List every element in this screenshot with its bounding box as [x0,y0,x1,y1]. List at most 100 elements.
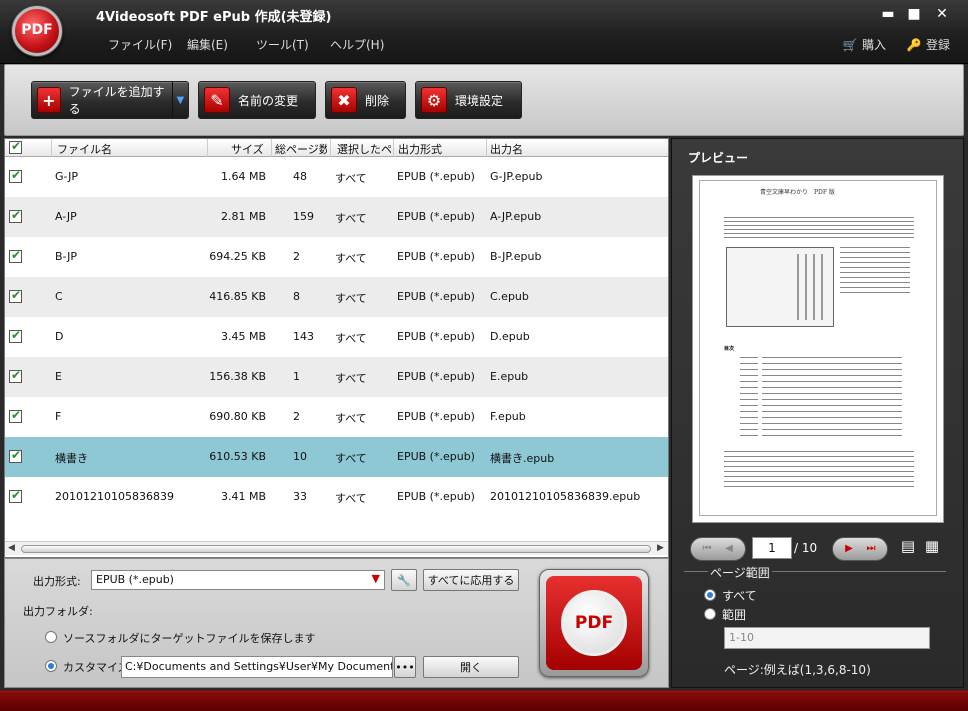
preferences-button[interactable]: ⚙ 環境設定 [415,81,522,119]
cell-format[interactable]: EPUB (*.epub) [397,330,475,343]
col-format[interactable]: 出力形式 [398,141,478,157]
cell-output-name[interactable]: 横書き.epub [490,450,554,466]
horizontal-scrollbar[interactable]: ◀ ▶ [5,541,668,555]
add-file-button[interactable]: + ファイルを追加する ▼ [31,81,189,119]
row-checkbox[interactable] [9,368,22,383]
minimize-button[interactable]: ▬ [878,6,898,22]
cell-output-name[interactable]: D.epub [490,330,530,343]
row-checkbox[interactable] [9,488,22,503]
row-checkbox[interactable] [9,168,22,183]
col-filename[interactable]: ファイル名 [57,141,207,157]
row-checkbox[interactable] [9,408,22,423]
cell-output-name[interactable]: F.epub [490,410,526,423]
cell-output-name[interactable]: 20101210105836839.epub [490,490,640,503]
cell-format[interactable]: EPUB (*.epub) [397,210,475,223]
cell-selected-pages[interactable]: すべて [335,250,367,266]
table-row[interactable]: F 690.80 KB 2 すべて EPUB (*.epub) F.epub [5,397,668,437]
cell-selected-pages[interactable]: すべて [335,370,367,386]
col-pages[interactable]: 総ページ数 [275,141,327,157]
cell-selected-pages[interactable]: すべて [335,490,367,506]
row-checkbox[interactable] [9,208,22,223]
cell-selected-pages[interactable]: すべて [335,410,367,426]
open-folder-button[interactable]: 開く [423,656,519,678]
cell-format[interactable]: EPUB (*.epub) [397,290,475,303]
cell-selected-pages[interactable]: すべて [335,170,367,186]
col-output[interactable]: 出力名 [490,141,610,157]
delete-button[interactable]: ✖ 削除 [325,81,406,119]
col-size[interactable]: サイズ [231,141,271,157]
preview-text-line [724,481,914,482]
range-all-radio[interactable] [704,589,716,601]
single-page-view-icon[interactable]: ▤ [899,537,917,559]
prev-page-icon[interactable]: ◀ [721,542,737,556]
cell-output-name[interactable]: A-JP.epub [490,210,541,223]
row-checkbox[interactable] [9,288,22,303]
preview-text-line [740,411,758,412]
last-page-icon[interactable]: ⏭ [863,542,879,556]
output-format-select[interactable]: EPUB (*.epub) ▼ [91,570,385,590]
col-selected[interactable]: 選択したペ [337,141,391,157]
cell-output-name[interactable]: B-JP.epub [490,250,542,263]
cell-format[interactable]: EPUB (*.epub) [397,250,475,263]
cell-format[interactable]: EPUB (*.epub) [397,450,475,463]
table-row[interactable]: E 156.38 KB 1 すべて EPUB (*.epub) E.epub [5,357,668,397]
browse-button[interactable]: ••• [394,656,416,678]
page-number-input[interactable]: 1 [752,537,792,559]
cell-pages: 2 [293,250,300,263]
next-page-icon[interactable]: ▶ [841,542,857,556]
source-folder-radio[interactable] [45,631,57,643]
menu-file[interactable]: ファイル(F) [108,36,172,53]
cell-output-name[interactable]: G-JP.epub [490,170,542,183]
custom-folder-radio[interactable] [45,660,57,672]
purchase-link[interactable]: 🛒 購入 [842,36,887,53]
convert-button[interactable]: PDF [539,569,649,677]
row-checkbox[interactable] [9,328,22,343]
cell-pages: 159 [293,210,314,223]
maximize-button[interactable]: ■ [904,6,924,22]
page-list-view-icon[interactable]: ▦ [923,537,941,559]
figure-column [797,254,799,320]
column-divider [330,139,331,157]
menu-tools[interactable]: ツール(T) [256,36,309,53]
row-checkbox[interactable] [9,448,22,463]
menu-edit[interactable]: 編集(E) [187,36,228,53]
cell-output-name[interactable]: C.epub [490,290,529,303]
table-row[interactable]: B-JP 694.25 KB 2 すべて EPUB (*.epub) B-JP.epub [5,237,668,277]
table-row[interactable]: A-JP 2.81 MB 159 すべて EPUB (*.epub) A-JP.epub [5,197,668,237]
apply-to-all-button[interactable]: すべてに応用する [423,569,519,591]
format-settings-button[interactable]: 🔧 [391,569,417,591]
close-button[interactable]: ✕ [932,6,952,22]
page-range-input[interactable]: 1-10 [724,627,930,649]
chevron-down-icon[interactable]: ▼ [171,82,188,118]
rename-button[interactable]: ✎ 名前の変更 [198,81,316,119]
scroll-right-icon[interactable]: ▶ [657,543,664,553]
preview-title: プレビュー [688,151,749,165]
menu-help[interactable]: ヘルプ(H) [330,36,384,53]
table-row[interactable]: C 416.85 KB 8 すべて EPUB (*.epub) C.epub [5,277,668,317]
table-row[interactable]: D 3.45 MB 143 すべて EPUB (*.epub) D.epub [5,317,668,357]
range-custom-radio[interactable] [704,608,716,620]
register-link[interactable]: 🔑 登録 [906,36,951,53]
select-all-checkbox[interactable] [9,139,22,154]
table-row[interactable]: G-JP 1.64 MB 48 すべて EPUB (*.epub) G-JP.epub [5,157,668,197]
cell-format[interactable]: EPUB (*.epub) [397,490,475,503]
scroll-left-icon[interactable]: ◀ [8,543,15,553]
add-file-label: ファイルを追加する [68,85,165,116]
cell-format[interactable]: EPUB (*.epub) [397,370,475,383]
first-page-icon[interactable]: ⏮ [699,542,715,556]
purchase-label: 購入 [862,38,887,52]
row-checkbox[interactable] [9,248,22,263]
cell-output-name[interactable]: E.epub [490,370,528,383]
table-row[interactable]: 横書き 610.53 KB 10 すべて EPUB (*.epub) 横書き.epub [5,437,668,477]
cell-selected-pages[interactable]: すべて [335,210,367,226]
cell-format[interactable]: EPUB (*.epub) [397,410,475,423]
cell-selected-pages[interactable]: すべて [335,330,367,346]
cell-selected-pages[interactable]: すべて [335,290,367,306]
scrollbar-thumb[interactable] [21,545,651,553]
cell-format[interactable]: EPUB (*.epub) [397,170,475,183]
table-row[interactable]: 20101210105836839 3.41 MB 33 すべて EPUB (*.epu… [5,477,668,517]
preview-text-line [740,363,758,364]
output-path-input[interactable]: C:¥Documents and Settings¥User¥My Docume… [121,656,393,678]
cell-filename: 20101210105836839 [55,490,174,503]
cell-selected-pages[interactable]: すべて [335,450,367,466]
